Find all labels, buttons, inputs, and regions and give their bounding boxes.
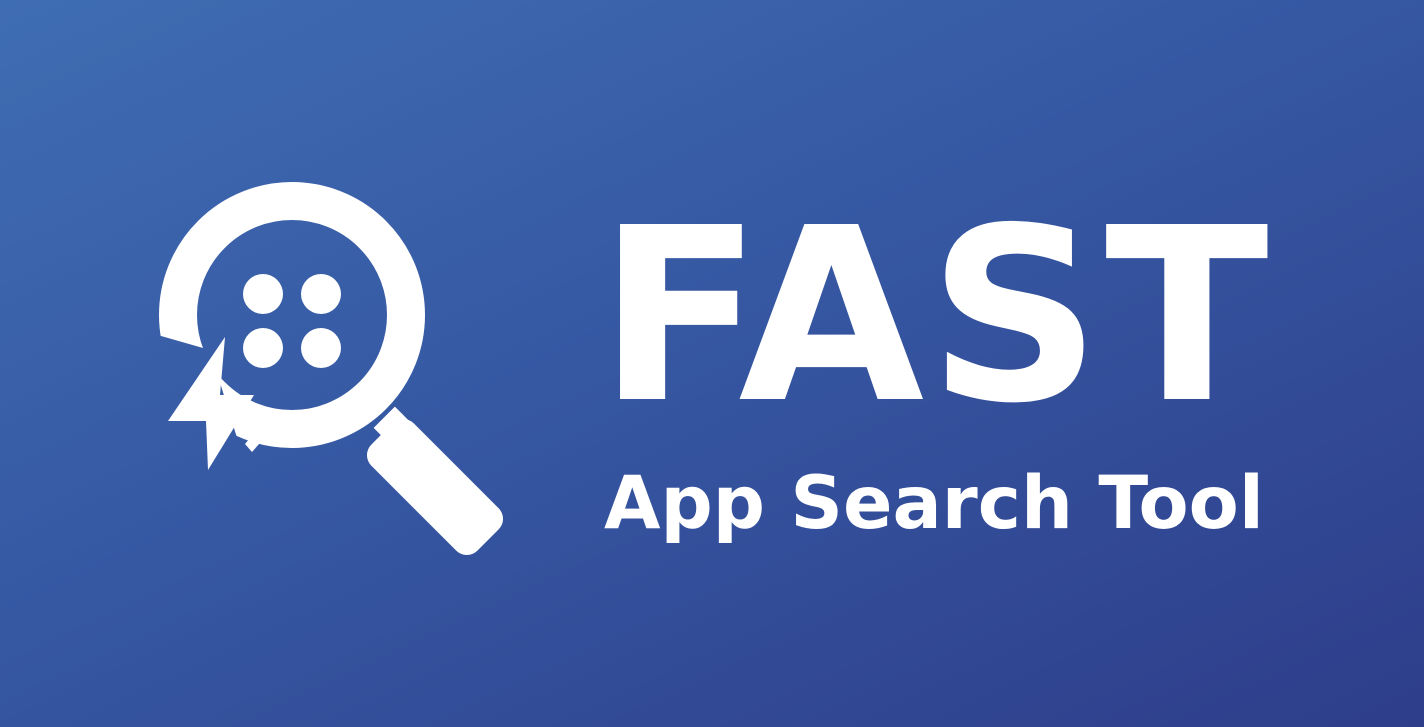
brand-title: FAST (598, 176, 1273, 456)
magnifier-bolt-dots-icon (159, 182, 504, 556)
brand-subtitle: App Search Tool (604, 461, 1264, 546)
brand-banner: FAST App Search Tool (0, 0, 1424, 727)
